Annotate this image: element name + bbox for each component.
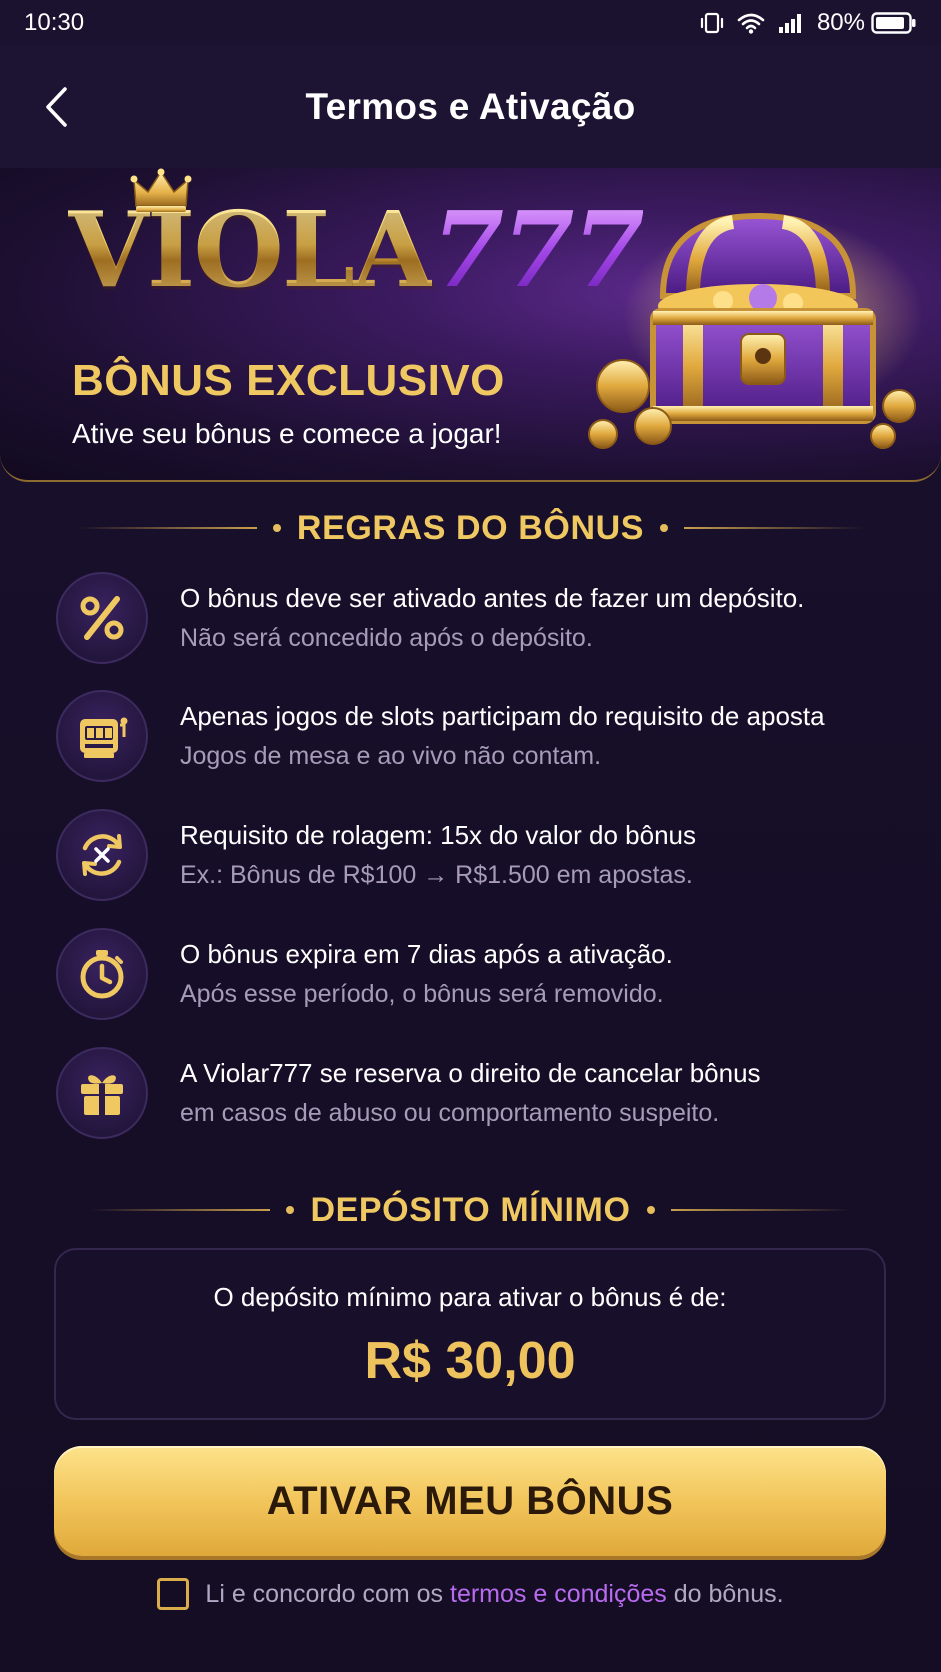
- rule-main-text: Apenas jogos de slots participam do requ…: [180, 701, 825, 731]
- divider-line: [90, 1209, 271, 1211]
- chevron-left-icon: [46, 87, 67, 127]
- rule-sub-text: Jogos de mesa e ao vivo não contam.: [180, 742, 602, 770]
- signal-icon: [778, 14, 801, 33]
- status-time: 10:30: [24, 9, 85, 36]
- divider-line: [670, 1209, 851, 1211]
- rule-sub-text: Após esse período, o bônus será removido…: [180, 980, 664, 1008]
- rule-main-text: Requisito de rolagem: 15x do valor do bô…: [180, 820, 696, 850]
- deposit-heading: DEPÓSITO MÍNIMO: [0, 1187, 941, 1233]
- divider-line: [684, 527, 865, 529]
- banner-tagline: Ative seu bônus e comece a jogar!: [72, 418, 502, 449]
- rules-heading: REGRAS DO BÔNUS: [0, 505, 941, 551]
- rule-main-text: O bônus deve ser ativado antes de fazer …: [180, 583, 805, 613]
- rule-icon-badge: [56, 928, 148, 1020]
- activate-bonus-button[interactable]: ATIVAR MEU BÔNUS: [54, 1446, 886, 1556]
- slot-machine-icon: [80, 717, 128, 758]
- deposit-title: DEPÓSITO MÍNIMO: [310, 1190, 631, 1229]
- battery-indicator: 80%: [817, 9, 917, 37]
- battery-icon: [871, 12, 916, 34]
- treasure-chest-icon: [588, 212, 923, 449]
- rule-item: Apenas jogos de slots participam do requ…: [56, 686, 896, 786]
- status-icons: 80%: [699, 9, 917, 37]
- divider-dot: [286, 1206, 295, 1214]
- rule-icon-badge: [56, 690, 148, 782]
- rule-main-text: O bônus expira em 7 dias após a ativação…: [180, 939, 673, 969]
- divider-dot: [646, 1206, 655, 1214]
- rule-sub-text: Não será concedido após o depósito.: [180, 624, 593, 652]
- banner-subtitle: BÔNUS EXCLUSIVO: [72, 356, 505, 405]
- rule-sub-text: Ex.: Bônus de R$100 → R$1.500 em apostas…: [180, 861, 693, 889]
- minimum-deposit-card: O depósito mínimo para ativar o bônus é …: [54, 1248, 886, 1420]
- rule-item: A Violar777 se reserva o direito de canc…: [56, 1043, 896, 1143]
- wifi-icon: [737, 13, 765, 34]
- terms-agreement: Li e concordo com os termos e condições …: [0, 1578, 941, 1610]
- rule-sub-text: em casos de abuso ou comportamento suspe…: [180, 1099, 720, 1127]
- divider-line: [76, 527, 257, 529]
- back-button[interactable]: [34, 82, 78, 132]
- battery-percent: 80%: [816, 9, 865, 36]
- agree-suffix: do bônus.: [673, 1579, 784, 1608]
- rule-item: O bônus deve ser ativado antes de fazer …: [56, 568, 896, 668]
- deposit-label: O depósito mínimo para ativar o bônus é …: [213, 1282, 727, 1312]
- rule-main-text: A Violar777 se reserva o direito de canc…: [180, 1058, 761, 1088]
- status-bar: 10:30 80%: [0, 0, 941, 46]
- page-title: Termos e Ativação: [305, 86, 636, 127]
- deposit-amount: R$ 30,00: [364, 1332, 576, 1390]
- rule-icon-badge: [56, 1047, 148, 1139]
- agree-checkbox[interactable]: [157, 1578, 190, 1610]
- gift-icon: [81, 1075, 123, 1115]
- rollover-icon: [82, 834, 122, 876]
- rule-item: O bônus expira em 7 dias após a ativação…: [56, 924, 896, 1024]
- rule-icon-badge: [56, 572, 148, 664]
- brand-logo: VIOLA 777: [68, 168, 645, 311]
- rules-title: REGRAS DO BÔNUS: [296, 508, 645, 547]
- promo-banner: VIOLA 777 BÔNUS EXCLUSIVO Ative seu bônu…: [0, 168, 941, 482]
- stopwatch-icon: [80, 950, 124, 999]
- rule-icon-badge: [56, 809, 148, 901]
- vibrate-icon: [700, 12, 724, 34]
- terms-link[interactable]: termos e condições: [450, 1580, 667, 1608]
- agree-prefix: Li e concordo com os: [205, 1579, 444, 1608]
- rule-item: Requisito de rolagem: 15x do valor do bô…: [56, 805, 896, 905]
- crown-icon: [130, 168, 192, 212]
- divider-dot: [272, 524, 281, 532]
- app-header: Termos e Ativação: [0, 46, 941, 168]
- percent-icon: [80, 596, 124, 640]
- divider-dot: [660, 524, 669, 532]
- logo-word: VIOLA: [68, 188, 434, 311]
